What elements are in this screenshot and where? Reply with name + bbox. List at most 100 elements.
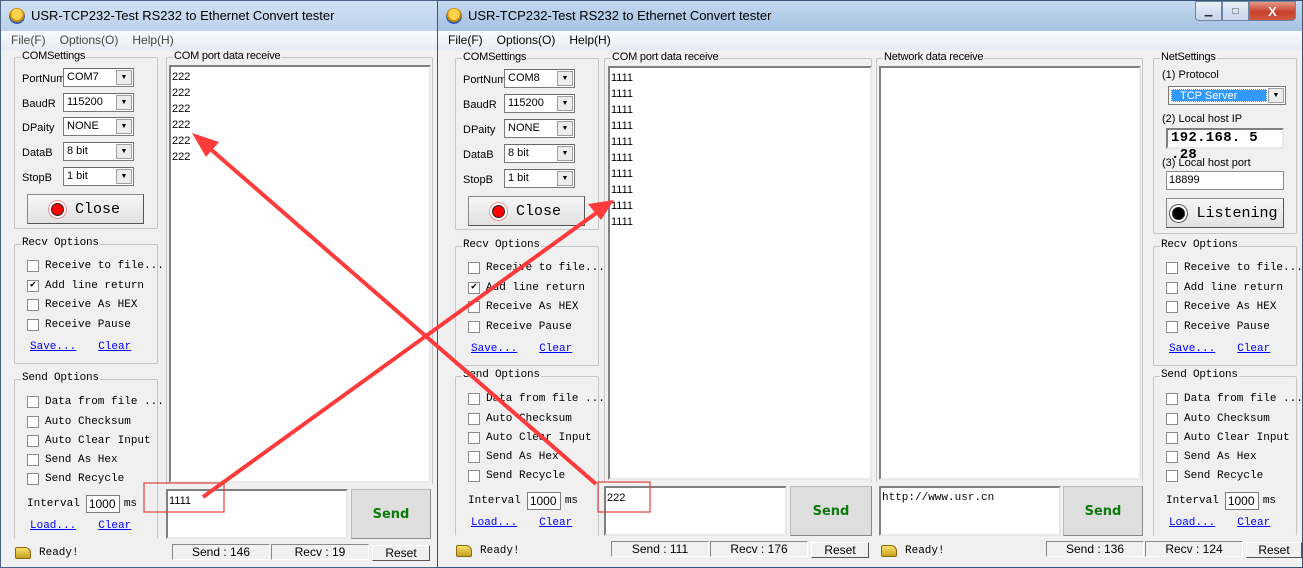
recv-to-file-option[interactable]: Receive to file... bbox=[27, 259, 164, 273]
save-link[interactable]: Save... bbox=[471, 343, 517, 355]
checkmark-icon[interactable]: ✔ bbox=[27, 280, 39, 292]
load-link[interactable]: Load... bbox=[30, 520, 76, 532]
send-as-hex-option[interactable]: Send As Hex bbox=[27, 453, 118, 467]
interval-input[interactable]: 1000 bbox=[526, 492, 561, 510]
recv-as-hex-option[interactable]: Receive As HEX bbox=[27, 298, 137, 312]
checkbox[interactable] bbox=[27, 319, 39, 331]
recv-as-hex-option[interactable]: Receive As HEX bbox=[468, 300, 578, 314]
checkbox[interactable] bbox=[1166, 321, 1178, 333]
checkbox[interactable] bbox=[468, 470, 480, 482]
clear-recv-link[interactable]: Clear bbox=[98, 341, 131, 353]
checkbox[interactable] bbox=[27, 454, 39, 466]
menu-file[interactable]: File(F) bbox=[11, 31, 46, 50]
net-send-input[interactable]: http://www.usr.cn bbox=[879, 486, 1061, 536]
auto-checksum-option[interactable]: Auto Checksum bbox=[468, 412, 572, 426]
com-send-button[interactable]: Send bbox=[790, 486, 872, 536]
checkbox[interactable] bbox=[27, 473, 39, 485]
chevron-down-icon[interactable]: ▼ bbox=[116, 94, 132, 110]
chevron-down-icon[interactable]: ▼ bbox=[116, 118, 132, 134]
menu-options[interactable]: Options(O) bbox=[497, 31, 556, 50]
data-from-file-option[interactable]: Data from file ... bbox=[27, 395, 164, 409]
chevron-down-icon[interactable]: ▼ bbox=[557, 170, 573, 186]
auto-clear-input-option[interactable]: Auto Clear Input bbox=[27, 434, 151, 448]
local-port-input[interactable]: 18899 bbox=[1166, 171, 1284, 190]
minimize-icon[interactable]: ▁ bbox=[1195, 1, 1222, 21]
save-link[interactable]: Save... bbox=[30, 341, 76, 353]
checkbox[interactable] bbox=[468, 301, 480, 313]
add-line-return-option[interactable]: Add line return bbox=[1166, 281, 1283, 295]
save-link[interactable]: Save... bbox=[1169, 343, 1215, 355]
checkbox[interactable] bbox=[468, 413, 480, 425]
checkbox[interactable] bbox=[27, 299, 39, 311]
load-link[interactable]: Load... bbox=[1169, 517, 1215, 529]
databits-select[interactable]: 8 bit ▼ bbox=[504, 143, 575, 163]
baudrate-select[interactable]: 115200 ▼ bbox=[504, 93, 575, 113]
close-icon[interactable]: X bbox=[1249, 1, 1296, 21]
recv-pause-option[interactable]: Receive Pause bbox=[27, 318, 131, 332]
chevron-down-icon[interactable]: ▼ bbox=[1268, 88, 1284, 103]
local-ip-input[interactable]: 192.168. 5 .28 bbox=[1166, 128, 1284, 163]
send-recycle-option[interactable]: Send Recycle bbox=[468, 469, 565, 483]
auto-clear-input-option[interactable]: Auto Clear Input bbox=[468, 431, 592, 445]
send-input[interactable]: 1111 bbox=[166, 489, 348, 539]
menu-file[interactable]: File(F) bbox=[448, 31, 483, 50]
close-port-button[interactable]: Close bbox=[27, 194, 144, 224]
com-reset-button[interactable]: Reset bbox=[811, 542, 869, 558]
com-send-input[interactable]: 222 bbox=[604, 486, 787, 536]
stopbits-select[interactable]: 1 bit ▼ bbox=[63, 166, 134, 186]
interval-input[interactable]: 1000 bbox=[1224, 492, 1259, 510]
checkbox[interactable] bbox=[468, 393, 480, 405]
recv-pause-option[interactable]: Receive Pause bbox=[1166, 320, 1270, 334]
chevron-down-icon[interactable]: ▼ bbox=[557, 70, 573, 86]
net-receive-textarea[interactable] bbox=[879, 66, 1141, 480]
checkmark-icon[interactable]: ✔ bbox=[468, 282, 480, 294]
checkbox[interactable] bbox=[27, 260, 39, 272]
net-reset-button[interactable]: Reset bbox=[1246, 542, 1302, 558]
menu-options[interactable]: Options(O) bbox=[60, 31, 119, 50]
checkbox[interactable] bbox=[1166, 413, 1178, 425]
checkbox[interactable] bbox=[468, 451, 480, 463]
reset-button[interactable]: Reset bbox=[372, 545, 430, 561]
maximize-icon[interactable]: □ bbox=[1222, 1, 1249, 21]
checkbox[interactable] bbox=[1166, 393, 1178, 405]
menu-help[interactable]: Help(H) bbox=[569, 31, 610, 50]
auto-checksum-option[interactable]: Auto Checksum bbox=[27, 415, 131, 429]
parity-select[interactable]: NONE ▼ bbox=[504, 118, 575, 138]
menu-help[interactable]: Help(H) bbox=[132, 31, 173, 50]
checkbox[interactable] bbox=[27, 416, 39, 428]
checkbox[interactable] bbox=[468, 262, 480, 274]
clear-send-link[interactable]: Clear bbox=[98, 520, 131, 532]
com-receive-textarea[interactable]: 222 222 222 222 222 222 bbox=[169, 65, 431, 483]
chevron-down-icon[interactable]: ▼ bbox=[116, 143, 132, 159]
recv-pause-option[interactable]: Receive Pause bbox=[468, 320, 572, 334]
listening-button[interactable]: Listening bbox=[1166, 198, 1284, 228]
checkbox[interactable] bbox=[1166, 262, 1178, 274]
add-line-return-option[interactable]: ✔ Add line return bbox=[468, 281, 585, 295]
load-link[interactable]: Load... bbox=[471, 517, 517, 529]
checkbox[interactable] bbox=[1166, 282, 1178, 294]
interval-input[interactable]: 1000 bbox=[85, 495, 120, 513]
recv-as-hex-option[interactable]: Receive As HEX bbox=[1166, 300, 1276, 314]
auto-checksum-option[interactable]: Auto Checksum bbox=[1166, 412, 1270, 426]
chevron-down-icon[interactable]: ▼ bbox=[116, 69, 132, 85]
parity-select[interactable]: NONE ▼ bbox=[63, 116, 134, 136]
data-from-file-option[interactable]: Data from file ... bbox=[468, 392, 605, 406]
clear-send-link[interactable]: Clear bbox=[539, 517, 572, 529]
chevron-down-icon[interactable]: ▼ bbox=[557, 95, 573, 111]
portnum-select[interactable]: COM8 ▼ bbox=[504, 68, 575, 88]
send-as-hex-option[interactable]: Send As Hex bbox=[1166, 450, 1257, 464]
stopbits-select[interactable]: 1 bit ▼ bbox=[504, 168, 575, 188]
data-from-file-option[interactable]: Data from file ... bbox=[1166, 392, 1303, 406]
clear-recv-link[interactable]: Clear bbox=[539, 343, 572, 355]
chevron-down-icon[interactable]: ▼ bbox=[116, 168, 132, 184]
add-line-return-option[interactable]: ✔ Add line return bbox=[27, 279, 144, 293]
send-as-hex-option[interactable]: Send As Hex bbox=[468, 450, 559, 464]
clear-recv-link[interactable]: Clear bbox=[1237, 343, 1270, 355]
protocol-select[interactable]: TCP Server ▼ bbox=[1168, 86, 1286, 105]
chevron-down-icon[interactable]: ▼ bbox=[557, 120, 573, 136]
recv-to-file-option[interactable]: Receive to file... bbox=[1166, 261, 1303, 275]
baudrate-select[interactable]: 115200 ▼ bbox=[63, 92, 134, 112]
send-button[interactable]: Send bbox=[351, 489, 431, 539]
auto-clear-input-option[interactable]: Auto Clear Input bbox=[1166, 431, 1290, 445]
checkbox[interactable] bbox=[27, 396, 39, 408]
